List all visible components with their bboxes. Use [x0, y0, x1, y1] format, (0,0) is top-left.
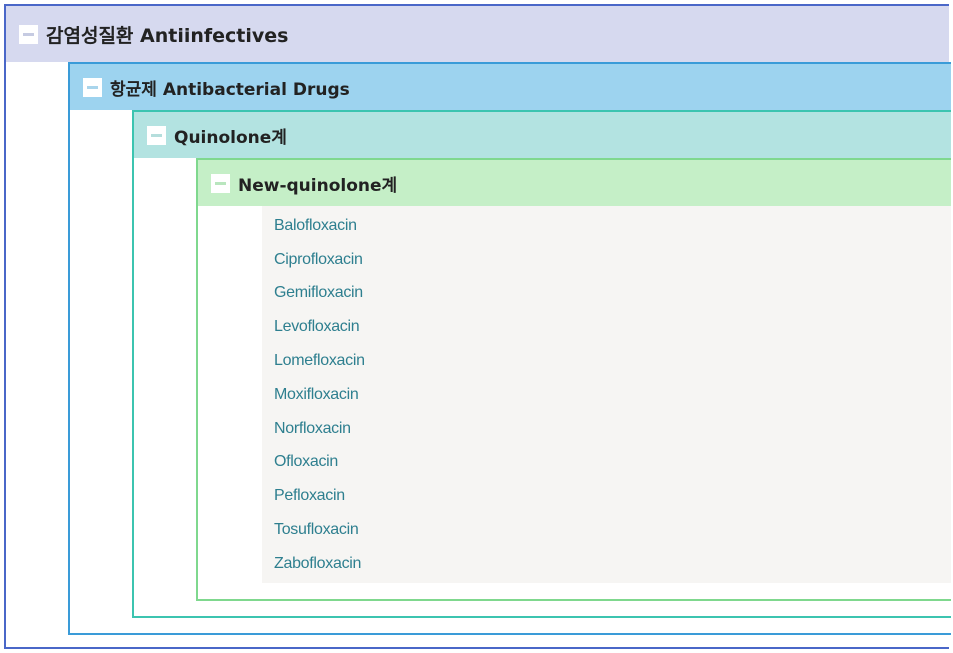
drug-link-lomefloxacin[interactable]: Lomefloxacin — [262, 344, 951, 378]
drug-link-ofloxacin[interactable]: Ofloxacin — [262, 446, 951, 480]
collapse-icon[interactable] — [19, 24, 38, 44]
tree-node-new-quinolone[interactable]: New-quinolone계 — [198, 160, 951, 206]
drug-link-gemifloxacin[interactable]: Gemifloxacin — [262, 277, 951, 311]
collapse-icon[interactable] — [211, 173, 230, 193]
tree-node-quinolone[interactable]: Quinolone계 — [134, 112, 951, 158]
drug-link-zabofloxacin[interactable]: Zabofloxacin — [262, 547, 951, 581]
drug-list: Balofloxacin Ciprofloxacin Gemifloxacin … — [262, 206, 951, 583]
tree-node-label: 항균제 Antibacterial Drugs — [110, 79, 350, 100]
tree-container-antiinfectives: 감염성질환 Antiinfectives 항균제 Antibacterial D… — [4, 4, 951, 649]
tree-node-label: 감염성질환 Antiinfectives — [46, 24, 289, 47]
drug-link-ciprofloxacin[interactable]: Ciprofloxacin — [262, 243, 951, 277]
drug-link-pefloxacin[interactable]: Pefloxacin — [262, 479, 951, 513]
collapse-icon[interactable] — [83, 77, 102, 97]
drug-link-norfloxacin[interactable]: Norfloxacin — [262, 412, 951, 446]
collapse-icon[interactable] — [147, 125, 166, 145]
drug-link-tosufloxacin[interactable]: Tosufloxacin — [262, 513, 951, 547]
tree-node-antibacterial-drugs[interactable]: 항균제 Antibacterial Drugs — [70, 64, 951, 110]
drug-link-moxifloxacin[interactable]: Moxifloxacin — [262, 378, 951, 412]
tree-node-label: New-quinolone계 — [238, 175, 398, 196]
drug-link-balofloxacin[interactable]: Balofloxacin — [262, 209, 951, 243]
drug-link-levofloxacin[interactable]: Levofloxacin — [262, 310, 951, 344]
tree-node-antiinfectives[interactable]: 감염성질환 Antiinfectives — [6, 6, 949, 62]
tree-node-label: Quinolone계 — [174, 127, 287, 148]
